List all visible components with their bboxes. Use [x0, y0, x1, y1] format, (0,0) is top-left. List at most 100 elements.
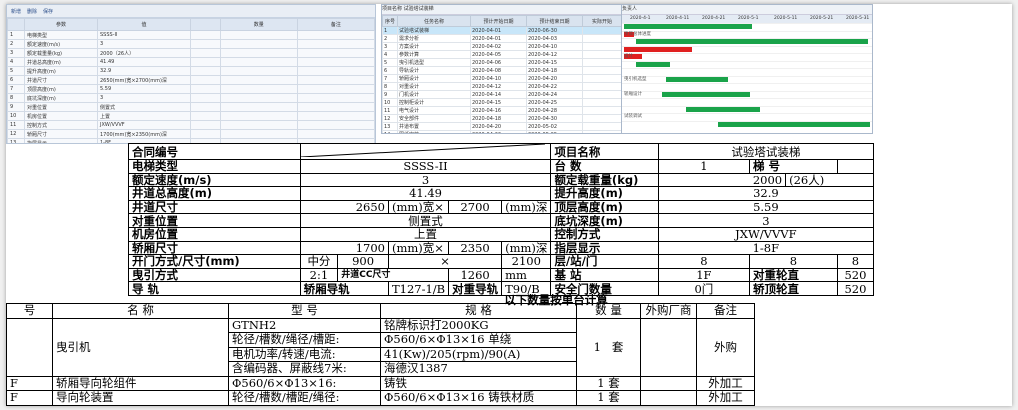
- table-cell: [296, 111, 375, 121]
- table-row[interactable]: 5 提升高度(m) 32.9: [7, 66, 375, 76]
- table-cell: [219, 84, 298, 94]
- part-no: F: [6, 375, 53, 391]
- table-row[interactable]: 12 安全部件 2020-04-18 2020-04-30: [382, 114, 622, 123]
- part-model: [228, 404, 381, 406]
- table-row[interactable]: 5 曳引机选型 2020-04-06 2020-04-15: [382, 58, 622, 67]
- gantt-date-label: 2020-5-1: [738, 16, 759, 21]
- col-header: 实际开始: [581, 15, 622, 27]
- table-cell: 底坑深度(m): [24, 93, 98, 103]
- part-spec: Φ560/6×Φ13×16 铸铁材质: [380, 390, 577, 406]
- table-row[interactable]: 13 井道布置 2020-04-20 2020-05-02: [382, 122, 622, 131]
- col-header: 序号: [382, 15, 398, 27]
- table-row[interactable]: 2 额定速度(m/s) 3: [7, 39, 375, 49]
- part-name: 导向轮装置: [52, 390, 229, 406]
- traction-spec: 41(Kw)/205(rpm)/90(A): [380, 346, 577, 362]
- table-cell: 2020-06-30: [525, 26, 583, 35]
- table-row[interactable]: 8 对重设计 2020-04-12 2020-04-22: [382, 82, 622, 91]
- table-cell: 2020-04-02: [470, 42, 527, 51]
- table-row[interactable]: 9 门机设计 2020-04-14 2020-04-24: [382, 90, 622, 99]
- label-car-no: 梯 号: [748, 159, 838, 174]
- table-cell: [219, 111, 298, 121]
- table-row[interactable]: 11 电气设计 2020-04-16 2020-04-28: [382, 106, 622, 115]
- gantt-bar[interactable]: [666, 76, 728, 82]
- traction-spec: Φ560/6×Φ13×16 单绕: [380, 332, 577, 348]
- table-row[interactable]: 4 参数计算 2020-04-05 2020-04-12: [382, 50, 622, 59]
- part-name: 轿厢导向轮组件: [52, 375, 229, 391]
- table-cell: 导轨设计: [397, 66, 471, 75]
- table-row[interactable]: 2 需求分析 2020-04-01 2020-04-03: [382, 34, 622, 43]
- table-row[interactable]: 9 对重位置 侧置式: [7, 102, 375, 112]
- table-cell: 7: [382, 74, 398, 83]
- table-row[interactable]: 1 试验塔试装梯 2020-04-01 2020-06-30: [382, 26, 622, 35]
- table-cell: [581, 90, 622, 99]
- table-cell: [219, 120, 298, 130]
- table-cell: 井道尺寸: [24, 75, 98, 85]
- gantt-bar[interactable]: [636, 39, 868, 44]
- gantt-bar[interactable]: [662, 91, 750, 97]
- table-row[interactable]: 10 机房位置 上置: [7, 111, 375, 121]
- table-row[interactable]: 7 顶层高度(m) 5.59: [7, 84, 375, 94]
- table-cell: 2000（26人）: [97, 48, 191, 58]
- table-row[interactable]: 1 电梯类型 SSSS-II: [7, 30, 375, 40]
- table-row[interactable]: 3 额定载重量(kg) 2000（26人）: [7, 48, 375, 58]
- save-button[interactable]: 保存: [43, 8, 53, 15]
- table-cell: 指层显示: [24, 138, 98, 143]
- col-header: [7, 18, 25, 31]
- table-row[interactable]: 11 控制方式 JXW/VVVF: [7, 120, 375, 130]
- parts-table: 号 名 称 型 号 规 格 数 量 外购厂商 备注 曳引机 GTNH2 铭牌标识…: [6, 303, 755, 406]
- table-cell: 2650(mm)宽×2700(mm)深: [97, 75, 191, 85]
- table-row[interactable]: 3 方案设计 2020-04-02 2020-04-10: [382, 42, 622, 51]
- stops-value: 8: [748, 254, 838, 269]
- table-cell: 13: [7, 138, 25, 143]
- table-cell: 机房位置: [24, 111, 98, 121]
- add-button[interactable]: 新增: [11, 8, 21, 15]
- car-width-unit: (mm)宽×: [387, 240, 450, 256]
- table-row[interactable]: 14图纸审核2020-04-222020-05-05: [382, 130, 622, 133]
- table-row[interactable]: 6 井道尺寸 2650(mm)宽×2700(mm)深: [7, 75, 375, 85]
- part-model: Φ560/6×Φ13×16:: [228, 375, 381, 391]
- project-name-value: 试验塔试装梯: [657, 143, 875, 160]
- gantt-bar[interactable]: [624, 24, 752, 29]
- traction-qty: 1 套: [576, 317, 641, 377]
- table-cell: 2020-04-20: [470, 122, 527, 131]
- table-cell: [296, 66, 375, 76]
- table-cell: 电气设计: [397, 106, 471, 115]
- table-cell: 2020-04-28: [525, 106, 583, 115]
- table-cell: 1: [382, 26, 398, 35]
- gantt-task-label: 轿厢设计: [624, 91, 642, 97]
- table-cell: [190, 93, 221, 103]
- table-row[interactable]: 4 井道总高度(m) 41.49: [7, 57, 375, 67]
- label-car-size: 轿厢尺寸: [128, 240, 301, 256]
- col-header: 号: [6, 303, 53, 319]
- pit-depth-value: 3: [657, 213, 875, 228]
- table-cell: 方案设计: [397, 42, 471, 51]
- rated-load-value: 2000: [657, 172, 787, 188]
- travel-height-value: 32.9: [657, 186, 875, 201]
- table-cell: 2020-04-03: [525, 34, 583, 43]
- rated-load-persons: (26人): [785, 172, 874, 188]
- table-cell: 对重位置: [24, 102, 98, 112]
- table-cell: 2020-04-10: [470, 74, 527, 83]
- gantt-row-line: [622, 113, 872, 114]
- gantt-bar[interactable]: [718, 121, 870, 127]
- table-row[interactable]: 6 导轨设计 2020-04-08 2020-04-18: [382, 66, 622, 75]
- gantt-bar[interactable]: [624, 46, 692, 52]
- gantt-bar[interactable]: [686, 106, 760, 112]
- shaft-height-value: 41.49: [299, 186, 552, 201]
- table-row[interactable]: 8 底坑深度(m) 3: [7, 93, 375, 103]
- table-cell: SSSS-II: [97, 30, 191, 40]
- table-row[interactable]: 7 轿厢设计 2020-04-10 2020-04-20: [382, 74, 622, 83]
- table-row[interactable]: 10 控制柜设计 2020-04-15 2020-04-25: [382, 98, 622, 107]
- label-cc-size: 井道CC尺寸: [337, 267, 450, 283]
- gantt-bar[interactable]: [636, 61, 670, 67]
- task-header: 项目名称 试验塔试装梯: [382, 5, 622, 15]
- delete-button[interactable]: 删除: [27, 8, 37, 15]
- table-row[interactable]: 12 轿厢尺寸 1700(mm)宽×2350(mm)深: [7, 129, 375, 139]
- table-cell: 10: [7, 111, 25, 121]
- table-cell: [219, 66, 298, 76]
- label-cwt-position: 对重位置: [128, 213, 301, 228]
- label-travel-height: 提升高度(m): [550, 186, 659, 201]
- table-cell: [296, 57, 375, 67]
- task-table: 序号 任务名称 预计开始日期 预计结束日期 实际开始 1 试验塔试装梯 2020-0…: [382, 15, 622, 133]
- gantt-row-line: [622, 75, 872, 77]
